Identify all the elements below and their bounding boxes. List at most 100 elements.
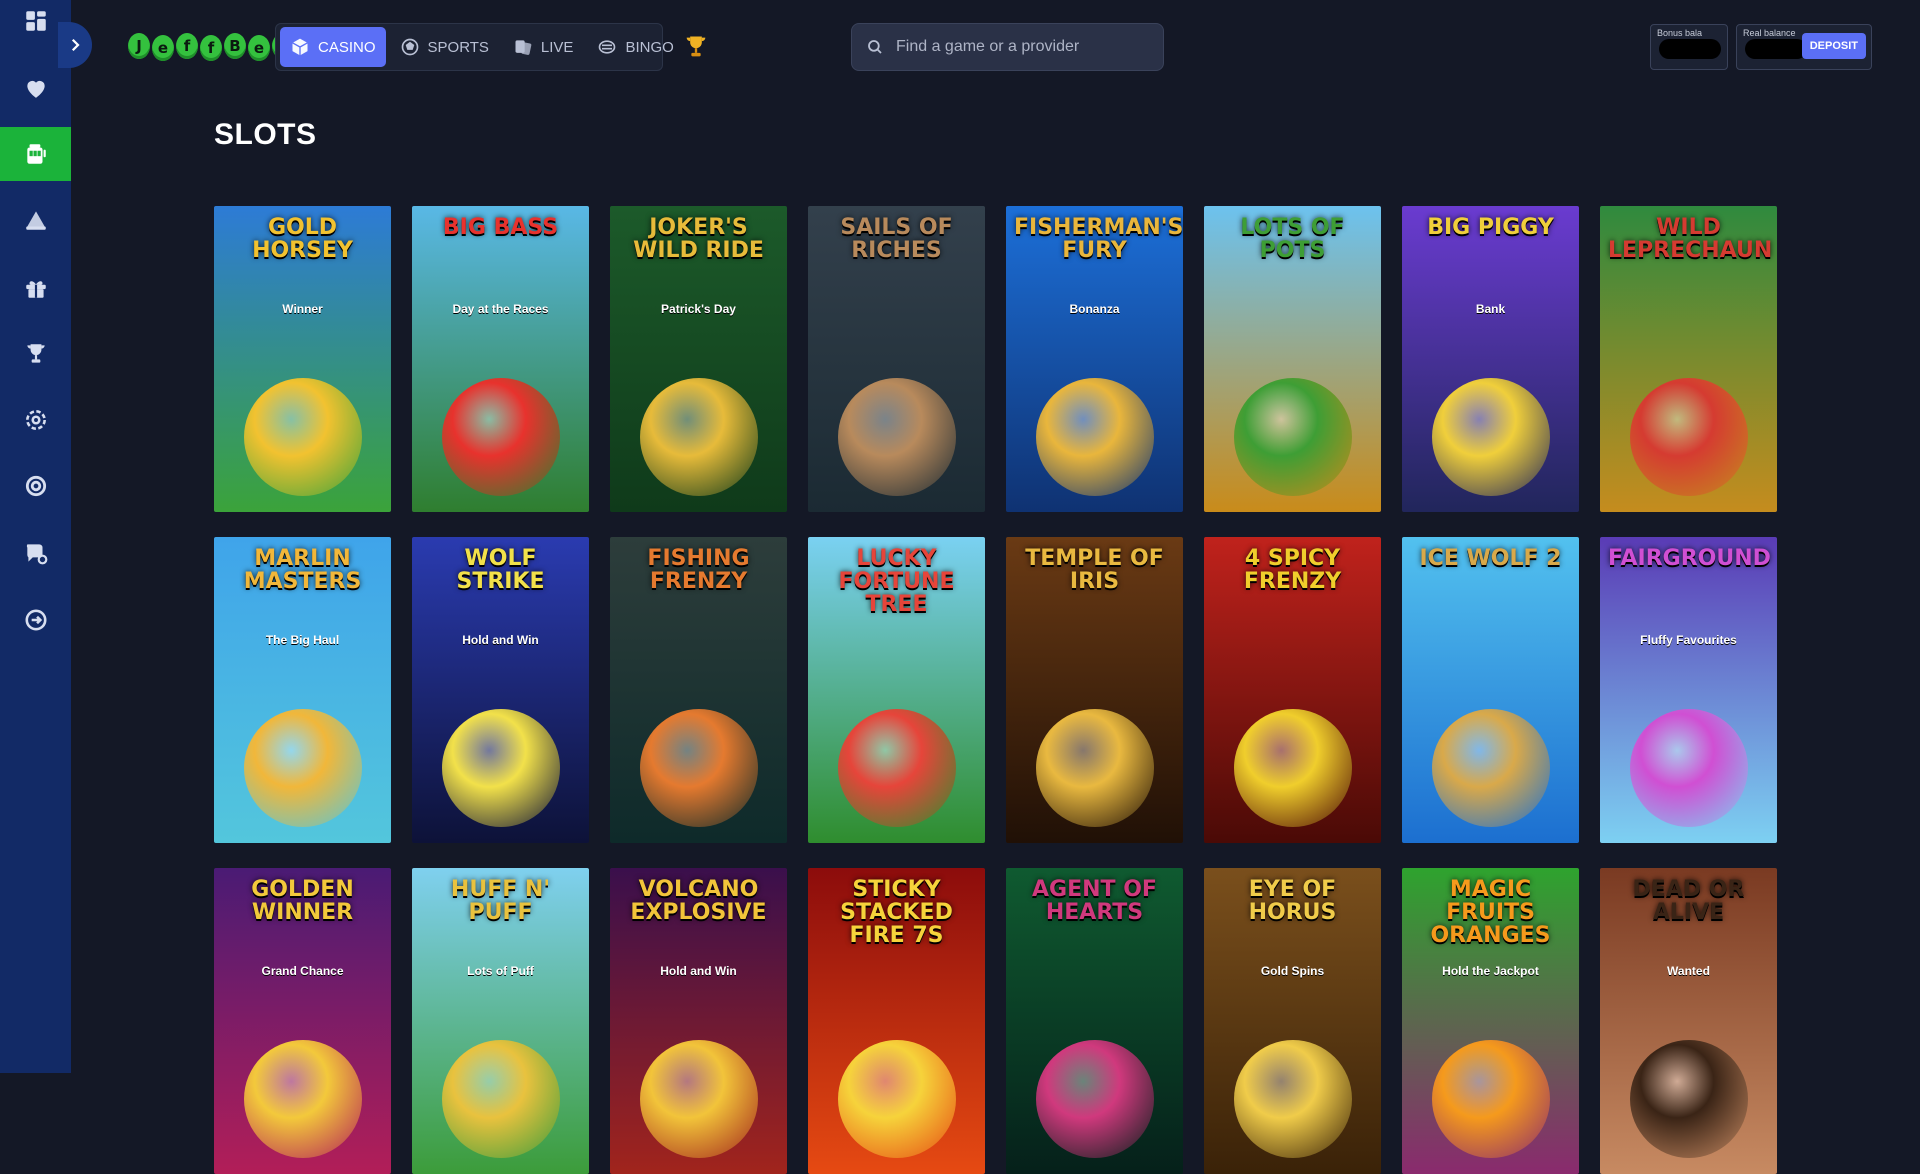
game-tile[interactable]: Huff n' Puff Lots of Puff bbox=[412, 868, 589, 1174]
game-tile[interactable]: Joker's Wild Ride Patrick's Day bbox=[610, 206, 787, 512]
page-title: SLOTS bbox=[214, 118, 317, 151]
game-artwork bbox=[1629, 1040, 1748, 1158]
tournaments-trophy-icon[interactable] bbox=[682, 33, 710, 61]
game-tile[interactable]: Big Bass Day at the Races bbox=[412, 206, 589, 512]
game-artwork bbox=[441, 709, 560, 827]
game-tile[interactable]: Sails of Riches bbox=[808, 206, 985, 512]
game-artwork bbox=[1629, 709, 1748, 827]
game-tile[interactable]: Lots of Pots bbox=[1204, 206, 1381, 512]
tab-casino[interactable]: CASINO bbox=[280, 27, 386, 67]
game-artwork bbox=[837, 709, 956, 827]
table-games-icon[interactable] bbox=[0, 193, 71, 247]
game-title: Fairground bbox=[1608, 546, 1771, 571]
game-search[interactable] bbox=[851, 23, 1164, 71]
game-tile[interactable]: Fisherman's Fury Bonanza bbox=[1006, 206, 1183, 512]
game-subtitle: Hold and Win bbox=[660, 964, 737, 978]
game-title: Golden Winner bbox=[251, 877, 354, 926]
tab-live[interactable]: LIVE bbox=[503, 27, 584, 67]
game-artwork bbox=[1431, 378, 1550, 496]
game-title: Sails of Riches bbox=[840, 215, 953, 264]
gift-icon[interactable] bbox=[0, 261, 71, 315]
game-tile[interactable]: Big Piggy Bank bbox=[1402, 206, 1579, 512]
game-tile[interactable]: Magic Fruits Oranges Hold the Jackpot bbox=[1402, 868, 1579, 1174]
search-input[interactable] bbox=[896, 38, 1146, 56]
deposit-button[interactable]: DEPOSIT bbox=[1801, 33, 1866, 59]
game-title: Lots of Pots bbox=[1240, 215, 1345, 264]
game-tile[interactable]: Temple of Iris bbox=[1006, 537, 1183, 843]
game-subtitle: Day at the Races bbox=[452, 302, 549, 316]
trophy-icon[interactable] bbox=[0, 327, 71, 381]
game-artwork bbox=[639, 709, 758, 827]
game-artwork bbox=[441, 1040, 560, 1158]
bonus-balance: Bonus bala bbox=[1650, 24, 1728, 70]
lifebuoy-icon[interactable] bbox=[0, 459, 71, 513]
tab-sports[interactable]: SPORTS bbox=[390, 27, 499, 67]
game-title: Fishing Frenzy bbox=[647, 546, 750, 595]
game-artwork bbox=[837, 378, 956, 496]
game-title: Joker's Wild Ride bbox=[633, 215, 764, 264]
cube-icon bbox=[292, 38, 308, 56]
game-artwork bbox=[837, 1040, 956, 1158]
chat-support-icon[interactable] bbox=[0, 526, 71, 580]
game-subtitle: Gold Spins bbox=[1260, 964, 1325, 978]
bonus-balance-label: Bonus bala bbox=[1657, 28, 1703, 38]
game-tile[interactable]: Volcano Explosive Hold and Win bbox=[610, 868, 787, 1174]
game-tile[interactable]: Lucky Fortune Tree bbox=[808, 537, 985, 843]
game-subtitle: Grand Chance bbox=[261, 964, 344, 978]
game-tile[interactable]: Dead or Alive Wanted bbox=[1600, 868, 1777, 1174]
chevron-right-icon bbox=[71, 38, 80, 52]
balance-area: Bonus bala Real balance DEPOSIT bbox=[1650, 24, 1874, 70]
game-artwork bbox=[243, 709, 362, 827]
tab-sports-label: SPORTS bbox=[427, 38, 489, 56]
game-tile[interactable]: Eye of Horus Gold Spins bbox=[1204, 868, 1381, 1174]
tab-bingo[interactable]: BINGO bbox=[587, 27, 683, 67]
tab-live-label: LIVE bbox=[540, 38, 574, 56]
game-subtitle: Lots of Puff bbox=[467, 964, 534, 978]
game-title: Sticky Stacked Fire 7s bbox=[840, 877, 953, 949]
logo-letter: e bbox=[248, 35, 270, 61]
game-title: Temple of Iris bbox=[1025, 546, 1164, 595]
game-subtitle: Fluffy Favourites bbox=[1640, 633, 1737, 647]
left-sidebar bbox=[0, 0, 92, 1073]
game-artwork bbox=[243, 378, 362, 496]
real-balance: Real balance DEPOSIT bbox=[1736, 24, 1872, 70]
game-tile[interactable]: Gold Horsey Winner bbox=[214, 206, 391, 512]
game-subtitle: Winner bbox=[282, 302, 323, 316]
game-subtitle: Bonanza bbox=[1069, 302, 1120, 316]
game-title: Dead or Alive bbox=[1632, 877, 1745, 926]
game-tile[interactable]: Marlin Masters The Big Haul bbox=[214, 537, 391, 843]
tab-bingo-label: BINGO bbox=[625, 38, 674, 56]
game-tile[interactable]: Sticky Stacked Fire 7s bbox=[808, 868, 985, 1174]
game-artwork bbox=[1035, 378, 1154, 496]
game-title: Volcano Explosive bbox=[630, 877, 767, 926]
bonus-balance-redacted bbox=[1659, 39, 1721, 59]
game-title: Huff n' Puff bbox=[450, 877, 551, 926]
game-tile[interactable]: Fairground Fluffy Favourites bbox=[1600, 537, 1777, 843]
game-artwork bbox=[1629, 378, 1748, 496]
game-title: Big Bass bbox=[442, 215, 559, 240]
game-tile[interactable]: Wolf Strike Hold and Win bbox=[412, 537, 589, 843]
game-tile[interactable]: Agent of Hearts bbox=[1006, 868, 1183, 1174]
game-tile[interactable]: Wild Leprechaun bbox=[1600, 206, 1777, 512]
game-artwork bbox=[1233, 709, 1352, 827]
cards-icon bbox=[515, 40, 532, 55]
game-artwork bbox=[441, 378, 560, 496]
game-tile[interactable]: Fishing Frenzy bbox=[610, 537, 787, 843]
heart-icon[interactable] bbox=[0, 61, 71, 115]
logo-letter: e bbox=[152, 35, 174, 61]
game-title: Ice Wolf 2 bbox=[1419, 546, 1562, 571]
game-tile[interactable]: Ice Wolf 2 bbox=[1402, 537, 1579, 843]
slots-icon[interactable] bbox=[0, 127, 71, 181]
game-artwork bbox=[1431, 1040, 1550, 1158]
game-title: Magic Fruits Oranges bbox=[1430, 877, 1551, 949]
brand-logo[interactable]: JeffBeT bbox=[128, 31, 294, 61]
game-tile[interactable]: Golden Winner Grand Chance bbox=[214, 868, 391, 1174]
game-title: Lucky Fortune Tree bbox=[838, 546, 955, 618]
settings-icon[interactable] bbox=[0, 393, 71, 447]
game-subtitle: Wanted bbox=[1667, 964, 1710, 978]
game-subtitle: Patrick's Day bbox=[661, 302, 736, 316]
game-artwork bbox=[1431, 709, 1550, 827]
game-tile[interactable]: 4 Spicy Frenzy bbox=[1204, 537, 1381, 843]
sidebar-toggle-button[interactable] bbox=[58, 22, 92, 68]
logout-icon[interactable] bbox=[0, 593, 71, 647]
